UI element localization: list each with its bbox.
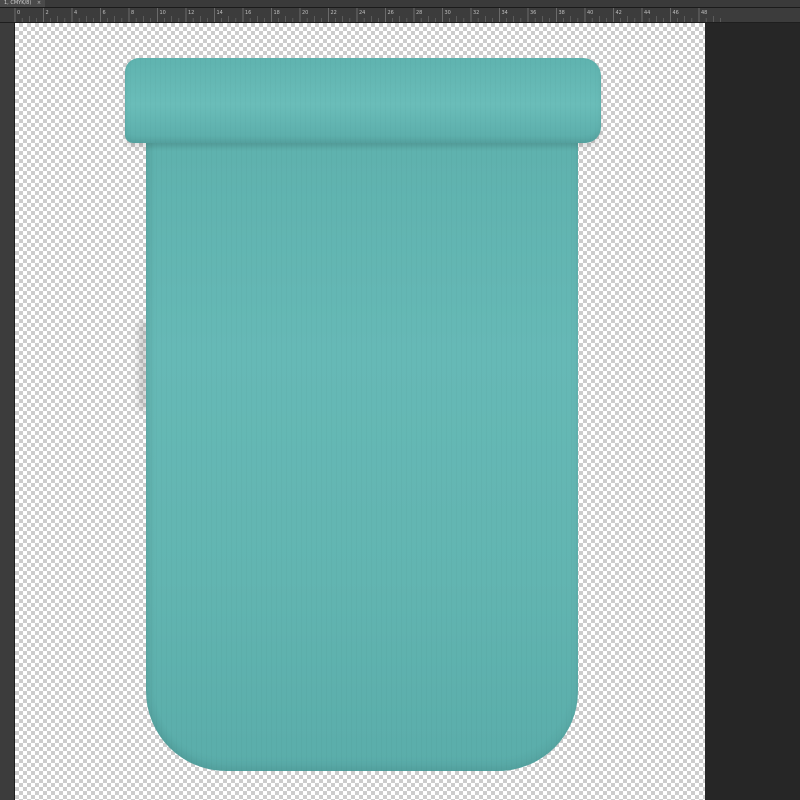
- close-icon[interactable]: ×: [37, 0, 41, 6]
- vertical-ruler[interactable]: [0, 23, 15, 800]
- ruler-tick-label: 38: [559, 10, 565, 16]
- canvas-workspace[interactable]: [15, 23, 800, 800]
- photoshop-window: 1, CMYK/8) × 0 2 4 6 8 10 12 14 16 18 20 22 24 26 28 30…: [0, 0, 800, 800]
- ruler-tick-label: 4: [74, 10, 77, 16]
- document-tab[interactable]: 1, CMYK/8) ×: [0, 0, 46, 7]
- ruler-tick-label: 48: [701, 10, 707, 16]
- ruler-tick-label: 24: [359, 10, 365, 16]
- ruler-tick-label: 32: [473, 10, 479, 16]
- ruler-tick-label: 20: [302, 10, 308, 16]
- document-tab-label: 1, CMYK/8): [4, 0, 32, 6]
- ruler-tick-label: 10: [160, 10, 166, 16]
- ruler-tick-label: 16: [245, 10, 251, 16]
- horizontal-ruler-ticks: 0 2 4 6 8 10 12 14 16 18 20 22 24 26 28 30 32 34 36 38 40 42 4…: [14, 8, 721, 22]
- ruler-tick-label: 18: [274, 10, 280, 16]
- ruler-tick-label: 42: [616, 10, 622, 16]
- duvet-folded-top: [125, 58, 601, 143]
- horizontal-ruler[interactable]: 0 2 4 6 8 10 12 14 16 18 20 22 24 26 28 30 32 34 36 38 40 42 4…: [0, 8, 800, 23]
- ruler-tick-label: 2: [46, 10, 49, 16]
- document-canvas[interactable]: [15, 23, 705, 800]
- ruler-tick-label: 6: [103, 10, 106, 16]
- ruler-tick-label: 28: [416, 10, 422, 16]
- ruler-tick-label: 0: [17, 10, 20, 16]
- ruler-tick-label: 44: [644, 10, 650, 16]
- duvet-cover-image: [125, 56, 605, 800]
- ruler-tick-label: 36: [530, 10, 536, 16]
- ruler-tick-label: 46: [673, 10, 679, 16]
- ruler-tick-label: 26: [388, 10, 394, 16]
- ruler-tick-label: 34: [502, 10, 508, 16]
- ruler-tick-label: 22: [331, 10, 337, 16]
- workspace-right-area: [705, 23, 800, 800]
- duvet-body: [146, 126, 578, 771]
- ruler-tick-label: 30: [445, 10, 451, 16]
- ruler-tick-label: 40: [587, 10, 593, 16]
- document-tab-bar: 1, CMYK/8) ×: [0, 0, 800, 8]
- ruler-tick-label: 12: [188, 10, 194, 16]
- ruler-tick-label: 14: [217, 10, 223, 16]
- ruler-tick-label: 8: [131, 10, 134, 16]
